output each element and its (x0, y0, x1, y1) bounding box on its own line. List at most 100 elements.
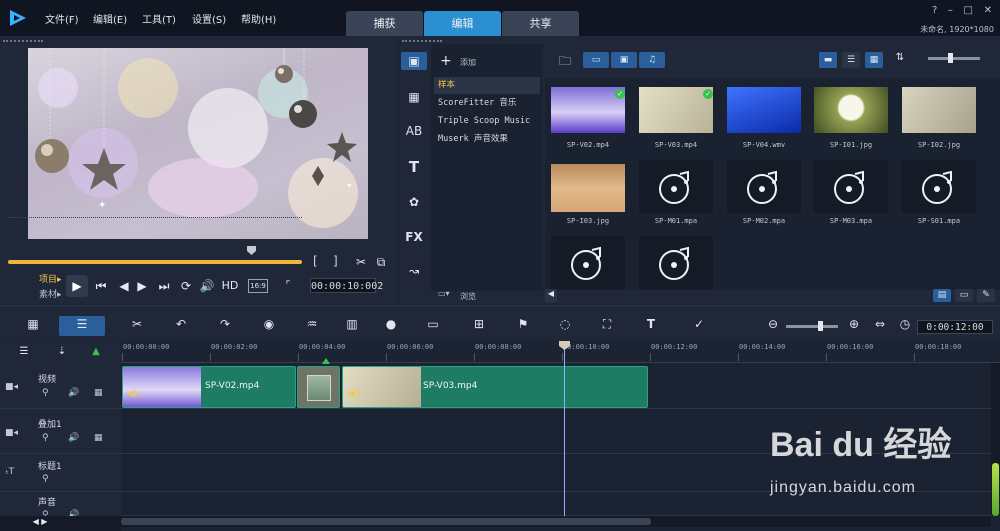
menu-help[interactable]: 帮助(H) (241, 11, 276, 26)
folder-item[interactable]: Triple Scoop Music (434, 113, 540, 130)
show-audio-button[interactable]: ♫ (639, 52, 665, 68)
track-manager-icon[interactable]: ☰ (14, 346, 34, 357)
graphics-icon[interactable]: ✿ (401, 193, 427, 211)
copy-icon[interactable]: ⧉ (372, 255, 390, 270)
timeline-clip[interactable]: ◀)) SP-V02.mp4 (122, 366, 296, 408)
library-item-thumb[interactable] (902, 87, 976, 133)
next-frame-icon[interactable]: ▶ (134, 279, 150, 293)
track-name[interactable]: 标题1 (38, 459, 62, 472)
prev-frame-icon[interactable]: ◀ (116, 279, 132, 293)
library-item-thumb[interactable] (551, 164, 625, 212)
mode-project[interactable]: 项目▸ (39, 272, 62, 285)
zoom-slider[interactable] (786, 325, 838, 328)
mask-icon[interactable]: ◌ (554, 317, 576, 331)
add-folder-icon[interactable]: + (440, 53, 452, 69)
grid-icon[interactable]: ▦ (94, 433, 103, 443)
scrubber-track[interactable] (8, 260, 302, 264)
show-video-button[interactable]: ▭ (583, 52, 609, 68)
thumbnail-view-button[interactable]: ▬ (819, 52, 837, 68)
track-name[interactable]: 视频 (38, 372, 56, 385)
cut-icon[interactable]: ✂ (352, 255, 370, 269)
browse-icon[interactable]: ▭▾ (438, 289, 450, 298)
timeline-timecode[interactable]: 0:00:12:00 (917, 320, 993, 334)
sound-mixer-icon[interactable]: ♒ (301, 317, 323, 331)
zoom-out-icon[interactable]: ⊖ (762, 317, 784, 331)
redo-icon[interactable]: ↷ (214, 317, 236, 331)
mark-out-button[interactable]: ] (333, 254, 338, 268)
folder-item[interactable]: Muserk 声音效果 (434, 131, 540, 148)
library-option-icon[interactable]: ▤ (933, 289, 951, 302)
show-photo-button[interactable]: ▣ (611, 52, 637, 68)
auto-music-icon[interactable]: ▥ (341, 317, 363, 331)
zoom-in-icon[interactable]: ⊕ (843, 317, 865, 331)
motion-track-icon[interactable]: ● (380, 317, 402, 331)
link-icon[interactable]: ⚲ (42, 474, 49, 484)
mode-clip[interactable]: 素材▸ (39, 287, 62, 300)
library-item-thumb[interactable] (551, 87, 625, 133)
aspect-button[interactable]: 16:9 (248, 279, 268, 293)
audio-file-icon[interactable] (639, 236, 713, 289)
mark-in-button[interactable]: [ (313, 254, 318, 268)
mute-icon[interactable]: 🔊 (68, 388, 79, 398)
minimize-icon[interactable]: – (948, 5, 953, 17)
repeat-icon[interactable]: ⟳ (178, 279, 194, 293)
tab-capture[interactable]: 捕获 (346, 11, 423, 36)
import-folder-icon[interactable]: 🗀 (556, 52, 574, 73)
thumbnail-size-knob[interactable] (948, 53, 953, 63)
pan-zoom-icon[interactable]: ⛶ (596, 317, 618, 332)
timeline-view-icon[interactable]: ☰ (71, 317, 93, 331)
menu-edit[interactable]: 编辑(E) (93, 11, 127, 26)
hd-button[interactable]: HD (220, 279, 240, 292)
batch-icon[interactable]: ✓ (688, 317, 710, 331)
mute-icon[interactable]: 🔊 (68, 433, 79, 443)
track-name[interactable]: 叠加1 (38, 417, 62, 430)
list-view-button[interactable]: ☰ (842, 52, 860, 68)
track-name[interactable]: 声音 (38, 495, 56, 508)
preview-timecode[interactable]: 00:00:10:002 (310, 278, 383, 293)
record-icon[interactable]: ◉ (258, 317, 280, 331)
volume-icon[interactable]: 🔊 (199, 279, 215, 293)
multicam-icon[interactable]: ⊞ (468, 317, 490, 331)
crop-icon[interactable]: ⌜ (280, 280, 296, 291)
audio-file-icon[interactable] (727, 160, 801, 213)
scroll-arrows-icon[interactable]: ◀ ▶ (25, 517, 55, 526)
chapter-icon[interactable]: ⇣ (52, 346, 72, 357)
thumbnail-size-slider[interactable] (928, 57, 980, 60)
transition-clip[interactable] (297, 366, 340, 408)
3d-title-icon[interactable]: T (640, 317, 662, 331)
storyboard-view-icon[interactable]: ▦ (22, 317, 44, 331)
add-marker-icon[interactable]: ▲ (86, 346, 106, 357)
link-icon[interactable]: ⚲ (42, 388, 49, 398)
play-button[interactable]: ▶ (66, 275, 88, 297)
audio-file-icon[interactable] (902, 160, 976, 213)
go-start-icon[interactable]: ⏮ (93, 279, 109, 294)
link-icon[interactable]: ⚲ (42, 433, 49, 443)
help-icon[interactable]: ? (932, 5, 937, 17)
collapse-left-icon[interactable]: ◀ (545, 289, 557, 302)
audio-file-icon[interactable] (814, 160, 888, 213)
tools-icon[interactable]: ✂ (126, 317, 148, 331)
motion-path-icon[interactable]: ↝ (401, 262, 427, 280)
tab-edit[interactable]: 编辑 (424, 11, 501, 36)
playhead-line[interactable] (564, 345, 565, 516)
grid-icon[interactable]: ▦ (94, 388, 103, 398)
library-item-thumb[interactable] (727, 87, 801, 133)
undo-icon[interactable]: ↶ (170, 317, 192, 331)
subtitle-icon[interactable]: ▭ (422, 317, 444, 331)
audio-file-icon[interactable] (639, 160, 713, 213)
maximize-icon[interactable]: □ (964, 5, 973, 17)
menu-settings[interactable]: 设置(S) (192, 11, 226, 26)
tab-share[interactable]: 共享 (502, 11, 579, 36)
menu-tools[interactable]: 工具(T) (142, 11, 176, 26)
close-icon[interactable]: ✕ (984, 5, 992, 17)
preview-canvas[interactable]: ✦ ✦ (28, 48, 368, 239)
browse-label[interactable]: 浏览 (460, 291, 476, 302)
library-grip[interactable] (402, 40, 442, 43)
library-item-thumb[interactable] (639, 87, 713, 133)
panel-grip[interactable] (3, 40, 43, 43)
transition-icon[interactable]: AB (401, 122, 427, 140)
grid-view-button[interactable]: ▦ (865, 52, 883, 68)
vertical-scroll-thumb[interactable] (992, 463, 999, 516)
fx-icon[interactable]: FX (401, 228, 427, 246)
library-item-thumb[interactable] (814, 87, 888, 133)
